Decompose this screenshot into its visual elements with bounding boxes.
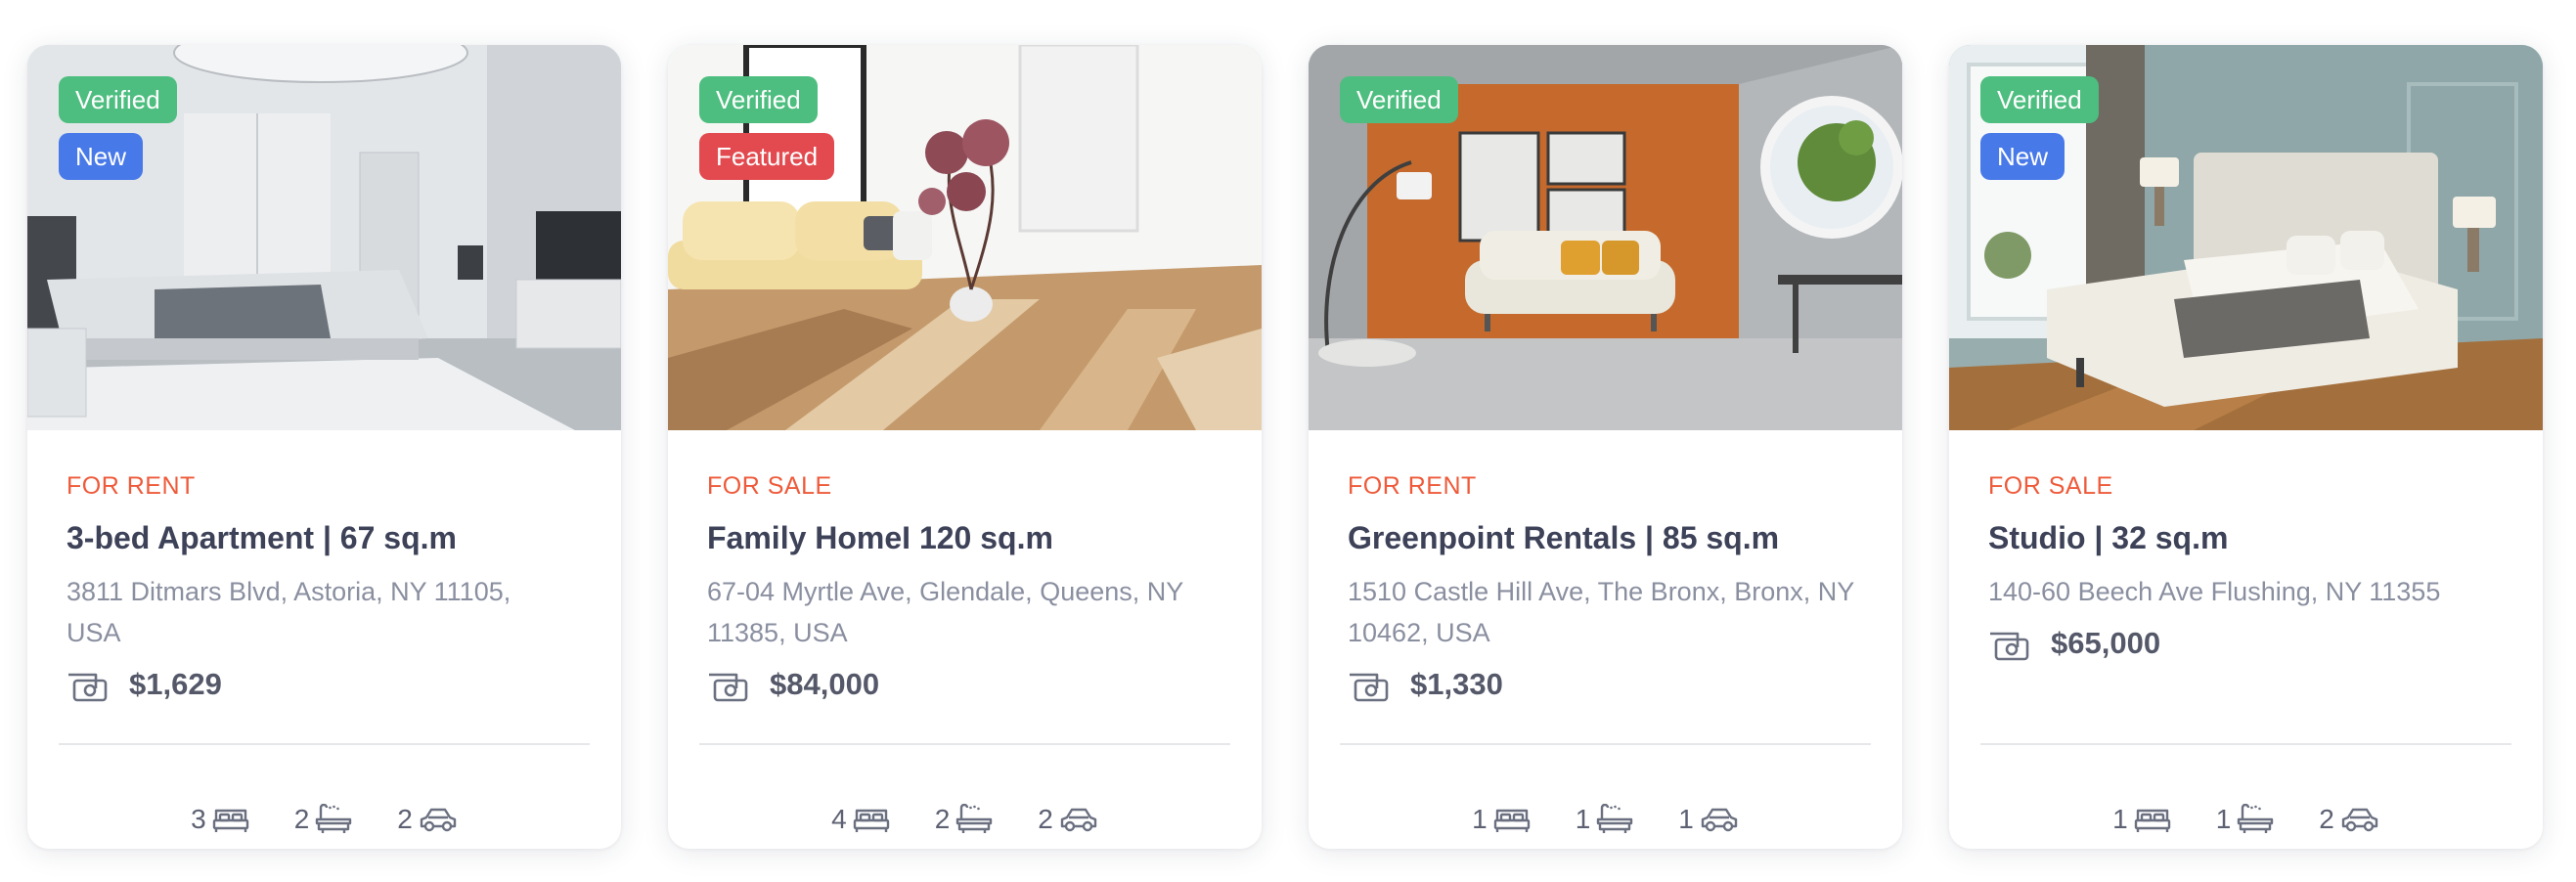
listing-grid: Verified New FOR RENT 3-bed Apartment | … [27,45,2543,849]
card-divider [1340,743,1871,745]
verified-badge: Verified [699,76,818,123]
card-divider [699,743,1230,745]
listing-title[interactable]: Family HomeI 120 sq.m [707,518,1222,557]
bedrooms-count: 4 [831,804,847,834]
car-icon [420,808,457,832]
money-icon [709,673,748,702]
car-icon [2341,808,2378,832]
new-badge: New [59,133,144,180]
car-icon [1060,808,1097,832]
garages-count: 2 [1038,804,1053,834]
badge-stack: Verified Featured [699,76,835,180]
listing-price: $1,629 [129,667,222,701]
bedrooms-feature: 3 [191,804,249,835]
verified-badge: Verified [59,76,177,123]
listing-type: FOR SALE [1988,472,2113,500]
listing-address: 1510 Castle Hill Ave, The Bronx, Bronx, … [1348,577,1854,647]
card-divider [59,743,590,745]
badge-stack: Verified [1340,76,1458,123]
verified-badge: Verified [1340,76,1458,123]
listing-price: $1,330 [1410,667,1503,701]
garages-count: 1 [1678,804,1694,834]
listing-type: FOR RENT [1348,472,1477,500]
living-room-sofa-photo[interactable]: Verified Featured [668,45,1262,430]
listing-address: 67-04 Myrtle Ave, Glendale, Queens, NY 1… [707,577,1183,647]
money-icon [1990,632,2029,661]
listing-title[interactable]: 3-bed Apartment | 67 sq.m [67,518,582,557]
garages-feature: 2 [2319,804,2379,835]
badge-stack: Verified New [1980,76,2099,180]
bathtub-icon [956,804,993,833]
listing-title[interactable]: Greenpoint Rentals | 85 sq.m [1348,518,1863,557]
garages-feature: 2 [397,804,458,835]
listing-card[interactable]: Verified FOR RENT Greenpoint Rentals | 8… [1309,45,1902,849]
card-divider [1980,743,2511,745]
bedrooms-feature: 4 [831,804,890,835]
badge-stack: Verified New [59,76,177,180]
feature-row: 1 1 2 [1949,800,2543,839]
listing-address: 140-60 Beech Ave Flushing, NY 11355 [1988,577,2441,606]
bedrooms-count: 3 [191,804,206,834]
listing-card[interactable]: Verified New FOR RENT 3-bed Apartment | … [27,45,621,849]
feature-row: 1 1 1 [1309,800,1902,839]
bathrooms-count: 1 [1575,804,1591,834]
money-icon [1350,673,1389,702]
listing-price: $84,000 [770,667,880,701]
feature-row: 3 2 2 [27,800,621,839]
bathtub-icon [1597,804,1633,833]
modern-bedroom-photo[interactable]: Verified New [27,45,621,430]
feature-row: 4 2 2 [668,800,1262,839]
bedrooms-feature: 1 [1472,804,1531,835]
new-badge: New [1980,133,2065,180]
listing-card[interactable]: Verified New FOR SALE Studio | 32 sq.m 1… [1949,45,2543,849]
bathrooms-count: 2 [293,804,310,834]
bedrooms-feature: 1 [2112,804,2171,835]
bed-icon [212,809,248,832]
bedrooms-count: 1 [1472,804,1488,834]
bedrooms-count: 1 [2112,804,2128,834]
bathtub-icon [316,804,352,833]
orange-wall-living-room-photo[interactable]: Verified [1309,45,1902,430]
bed-icon [1493,809,1530,832]
listing-price: $65,000 [2051,626,2161,660]
teal-bedroom-photo[interactable]: Verified New [1949,45,2543,430]
featured-badge: Featured [699,133,835,180]
listing-type: FOR SALE [707,472,832,500]
garages-count: 2 [397,804,413,834]
verified-badge: Verified [1980,76,2099,123]
bed-icon [2134,809,2170,832]
listing-address: 3811 Ditmars Blvd, Astoria, NY 11105, US… [67,577,511,647]
bed-icon [853,809,889,832]
money-icon [68,673,108,702]
bathrooms-count: 2 [934,804,951,834]
listing-type: FOR RENT [67,472,196,500]
bathrooms-feature: 2 [935,804,994,835]
listing-card[interactable]: Verified Featured FOR SALE Family HomeI … [668,45,1262,849]
bathrooms-feature: 1 [2216,804,2275,835]
garages-feature: 1 [1678,804,1739,835]
bathtub-icon [2238,804,2274,833]
garages-feature: 2 [1038,804,1098,835]
car-icon [1701,808,1738,832]
listing-title[interactable]: Studio | 32 sq.m [1988,518,2504,557]
bathrooms-feature: 2 [294,804,353,835]
bathrooms-feature: 1 [1576,804,1634,835]
garages-count: 2 [2319,804,2334,834]
bathrooms-count: 1 [2215,804,2232,834]
